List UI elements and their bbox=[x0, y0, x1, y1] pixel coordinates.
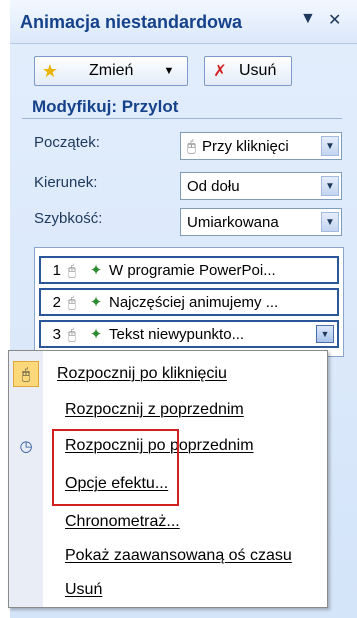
pane-dropdown-icon[interactable]: ▼ bbox=[300, 10, 316, 28]
empty-icon bbox=[9, 507, 43, 537]
empty-icon bbox=[9, 395, 43, 425]
mouse-icon: 🖰 bbox=[67, 325, 77, 342]
entrance-effect-icon: ✦ bbox=[89, 262, 103, 279]
empty-icon bbox=[9, 469, 43, 499]
effect-text: W programie PowerPoi... bbox=[109, 261, 276, 279]
effect-number: 2 bbox=[52, 293, 61, 311]
mouse-icon: 🖰 bbox=[67, 261, 77, 278]
remove-effect-icon: ✗ bbox=[213, 63, 227, 80]
chevron-down-icon[interactable]: ▼ bbox=[321, 212, 339, 232]
empty-icon bbox=[9, 541, 43, 571]
pane-close-icon[interactable]: ✕ bbox=[328, 10, 341, 30]
chevron-down-icon: ▼ bbox=[163, 65, 175, 77]
list-item[interactable]: 1 🖰 ✦ W programie PowerPoi... bbox=[39, 256, 339, 284]
entrance-effect-icon: ✦ bbox=[89, 326, 103, 343]
speed-combo[interactable]: Umiarkowana ▼ bbox=[180, 208, 342, 236]
effects-list[interactable]: 1 🖰 ✦ W programie PowerPoi... 2 🖰 ✦ Najc… bbox=[34, 247, 344, 357]
empty-icon bbox=[9, 575, 43, 605]
star-icon: ★ bbox=[41, 60, 59, 81]
menu-item-label: Usuń bbox=[65, 581, 103, 598]
list-item[interactable]: 2 🖰 ✦ Najczęściej animujemy ... bbox=[39, 288, 339, 316]
annotation-highlight-box bbox=[52, 429, 179, 506]
remove-effect-button[interactable]: ✗ Usuń bbox=[204, 56, 292, 86]
edge-mark bbox=[0, 0, 4, 40]
direction-combo[interactable]: Od dołu ▼ bbox=[180, 172, 342, 200]
menu-item-label: Chronometraż... bbox=[65, 513, 180, 530]
mouse-icon: 🖰 bbox=[13, 361, 39, 387]
change-effect-label: Zmień bbox=[89, 62, 134, 79]
pane-title: Animacja niestandardowa bbox=[20, 12, 243, 32]
menu-item-label: Rozpocznij z poprzednim bbox=[65, 401, 244, 418]
effect-text: Tekst niewypunkto... bbox=[109, 325, 245, 343]
effect-number: 1 bbox=[52, 261, 61, 279]
mouse-icon: 🖰 bbox=[187, 137, 197, 155]
entrance-effect-icon: ✦ bbox=[89, 294, 103, 311]
effect-text: Najczęściej animujemy ... bbox=[109, 293, 279, 311]
change-effect-button[interactable]: ★ Zmień ▼ bbox=[34, 56, 188, 86]
start-value: Przy kliknięci bbox=[202, 137, 289, 155]
menu-item-label: Pokaż zaawansowaną oś czasu bbox=[65, 547, 292, 564]
section-divider bbox=[22, 118, 342, 119]
start-combo[interactable]: 🖰 Przy kliknięci ▼ bbox=[180, 132, 342, 160]
list-item[interactable]: 3 🖰 ✦ Tekst niewypunkto... ▼ bbox=[39, 320, 339, 348]
clock-icon: ◷ bbox=[19, 438, 33, 455]
menu-item-timing[interactable]: Chronometraż... bbox=[9, 507, 327, 537]
direction-label: Kierunek: bbox=[34, 174, 98, 191]
modify-heading: Modyfikuj: Przylot bbox=[32, 97, 179, 116]
menu-item-remove[interactable]: Usuń bbox=[9, 575, 327, 605]
effect-number: 3 bbox=[52, 325, 61, 343]
item-dropdown-button[interactable]: ▼ bbox=[316, 325, 334, 343]
speed-label: Szybkość: bbox=[34, 210, 103, 227]
speed-value: Umiarkowana bbox=[187, 213, 279, 231]
chevron-down-icon[interactable]: ▼ bbox=[321, 136, 339, 156]
pane-titlebar: Animacja niestandardowa ▼ ✕ bbox=[10, 0, 357, 44]
chevron-down-icon[interactable]: ▼ bbox=[321, 176, 339, 196]
mouse-icon: 🖰 bbox=[67, 293, 77, 310]
direction-value: Od dołu bbox=[187, 177, 240, 195]
start-label: Początek: bbox=[34, 134, 100, 151]
remove-effect-label: Usuń bbox=[239, 62, 277, 79]
menu-item-start-with-previous[interactable]: Rozpocznij z poprzednim bbox=[9, 395, 327, 425]
menu-item-show-timeline[interactable]: Pokaż zaawansowaną oś czasu bbox=[9, 541, 327, 571]
menu-item-label: Rozpocznij po kliknięciu bbox=[57, 365, 227, 382]
menu-item-start-on-click[interactable]: 🖰 Rozpocznij po kliknięciu bbox=[9, 359, 327, 389]
